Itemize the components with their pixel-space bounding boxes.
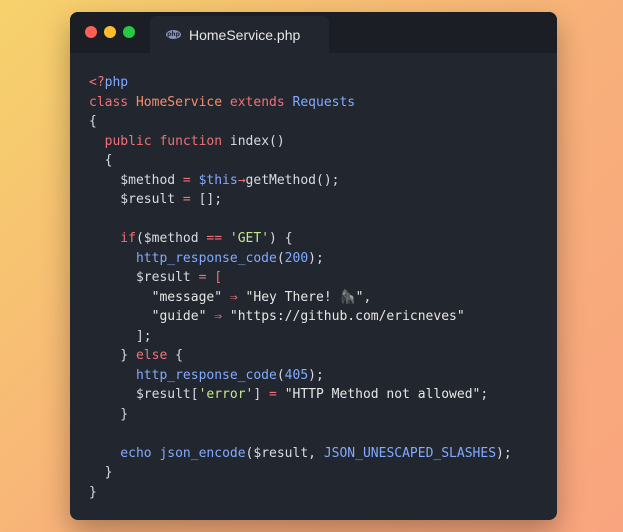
code-token: = [269,387,285,402]
code-line: "guide" ⇒ "https://github.com/ericneves" [89,307,512,327]
code-line: class HomeService extends Requests [89,93,512,113]
code-token: function [159,133,230,149]
code-line: } [89,463,512,483]
code-line: ]; [89,327,512,347]
code-token: "message" [89,289,230,305]
code-token: "https://github.com/ericneves" [229,309,465,324]
code-token: JSON_UNESCAPED_SLASHES [323,445,497,461]
code-token: ) { [269,231,293,246]
code-token: public [89,133,160,149]
code-token: → [237,172,246,188]
code-token: { [89,153,113,168]
maximize-window-button[interactable] [123,26,135,38]
code-line: { [89,112,512,132]
code-token: if [89,231,136,246]
code-token: <? [89,75,105,90]
code-line: if($method == 'GET') { [89,229,512,249]
code-token: "guide" [89,309,215,324]
code-token: (); [316,172,340,188]
code-token: ( [276,250,285,266]
code-line: $result = [ [89,268,512,288]
code-token: class [89,94,136,110]
code-token: } [89,484,97,500]
code-line: $result['error'] = "HTTP Method not allo… [89,385,512,405]
code-token: $method [89,172,183,188]
code-token: ⇒ [229,289,246,305]
gorilla-emoji: 🦍 [339,289,356,305]
code-token: $result[ [89,387,199,402]
code-token: ( [276,367,285,383]
code-token: $result [89,270,199,285]
code-token: ", [355,289,372,305]
code-token: ); [308,367,324,383]
code-token: == [206,231,230,246]
code-token: { [167,348,183,363]
code-token: else [135,348,168,363]
code-line: "message" ⇒ "Hey There! 🦍", [89,288,512,308]
code-token: ] [253,387,270,402]
code-token: php [104,75,129,90]
code-line: $result = []; [89,190,512,210]
code-token: = [ [198,270,223,285]
php-icon: php [166,30,181,39]
code-token: } [89,465,113,480]
code-token: json_encode [159,445,246,461]
code-token: HomeService [135,94,223,110]
code-token: } [89,348,136,363]
code-token: 200 [284,250,309,266]
code-token: ); [496,445,512,461]
file-tab[interactable]: php HomeService.php [150,16,329,53]
code-token: ; [480,387,489,402]
code-token: http_response_code [89,367,277,383]
code-token: () [269,133,285,149]
code-token: ]; [89,328,152,344]
code-line: $method = $this→getMethod(); [89,171,512,191]
code-token: []; [198,192,223,207]
code-line: http_response_code(200); [89,249,512,269]
code-token: = [182,172,199,188]
code-token: getMethod [245,172,316,188]
code-window: php HomeService.php <?php class HomeServi… [70,12,557,520]
code-token: ($method [135,231,207,246]
code-token: 'GET' [229,231,270,246]
close-window-button[interactable] [85,26,97,38]
code-line: } else { [89,346,512,366]
code-token: index [229,133,270,149]
code-token: "HTTP Method not allowed" [284,387,481,402]
code-line: { [89,151,512,171]
file-tab-label: HomeService.php [189,26,301,43]
code-line: echo json_encode($result, JSON_UNESCAPED… [89,444,512,464]
code-token: extends [222,94,293,110]
code-token: echo [89,445,160,461]
code-token: http_response_code [89,250,277,266]
code-line: } [89,483,512,503]
code-line: <?php [89,73,512,93]
code-token: { [89,114,97,129]
code-token: Requests [292,94,356,110]
code-token: = [182,192,199,207]
code-token: ($result, [245,445,324,461]
title-bar: php HomeService.php [70,12,557,53]
code-line: public function index() [89,132,512,152]
code-block: <?php class HomeService extends Requests{… [89,73,512,502]
code-token: "Hey There! [245,289,340,305]
code-token: $this [198,172,238,188]
code-token: 'error' [198,387,254,402]
code-token: ⇒ [214,309,230,324]
minimize-window-button[interactable] [104,26,116,38]
code-token: $result [89,192,183,207]
code-token: } [89,406,129,422]
code-token: ); [308,250,324,266]
code-line: } [89,405,512,425]
code-line: http_response_code(405); [89,366,512,386]
code-token: 405 [284,367,309,383]
